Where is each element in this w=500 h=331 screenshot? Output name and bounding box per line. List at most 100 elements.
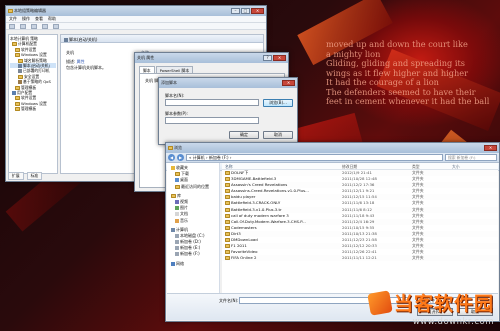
tree-item[interactable]: 管理模板: [10, 106, 56, 112]
watermark-url: www.downkr.com: [412, 317, 494, 327]
close-button[interactable]: ×: [273, 55, 286, 61]
recent-places-icon: [175, 184, 180, 189]
column-headers: 名称 修改日期 类型 大小: [222, 163, 498, 170]
nav-item[interactable]: 新加卷 (F:): [171, 251, 219, 257]
tab-standard[interactable]: 标准: [26, 172, 43, 180]
window-title: 浏览: [174, 145, 182, 150]
address-path[interactable]: « 计算机 › 新加卷 (F:) ›: [186, 154, 443, 161]
close-button[interactable]: ×: [282, 80, 295, 86]
close-button[interactable]: ×: [251, 8, 264, 14]
file-name-text: FavoriteVideo: [231, 249, 258, 255]
detail-extended: 关机 描述: 属性 包含计算机关机脚本。: [66, 50, 106, 71]
ok-button[interactable]: 确定: [229, 131, 259, 139]
file-name-text: Call.Of.Duty.Modern.Warfare.3.CHS.P...: [231, 218, 306, 224]
back-icon[interactable]: [9, 23, 15, 29]
forward-icon[interactable]: [20, 23, 26, 29]
picture-icon: [175, 206, 179, 211]
forward-icon[interactable]: ▶: [177, 154, 184, 161]
watermark-logo: 当客软件园: [367, 289, 494, 316]
minimize-button[interactable]: –: [231, 8, 240, 14]
help-icon[interactable]: [53, 23, 59, 29]
show-tree-icon[interactable]: [42, 23, 48, 29]
menu-view[interactable]: 查看: [35, 16, 43, 22]
folder-icon: [225, 256, 230, 261]
filename-label: 文件名(N):: [219, 298, 239, 303]
file-row[interactable]: FIFA Online 2 2011/11/11 12:21 文件夹: [222, 255, 498, 262]
browse-button[interactable]: 浏览(B)...: [263, 99, 293, 107]
folder-icon: [225, 183, 230, 188]
tree-item-label: 管理模板: [21, 106, 37, 112]
column-name[interactable]: 名称: [222, 163, 342, 169]
file-name-text: Battlefield.3.v1.0.Plus.3.tr: [231, 206, 282, 212]
menu-help[interactable]: 帮助: [48, 16, 56, 22]
folder-icon: [225, 189, 230, 194]
library-icon: [171, 193, 176, 198]
nav-label: 计算机: [176, 226, 188, 232]
column-date[interactable]: 修改日期: [342, 163, 412, 169]
up-icon[interactable]: [31, 23, 37, 29]
folder-icon: [225, 171, 230, 175]
tree-item-label: 本地计算机 策略: [10, 36, 38, 41]
desc-label-text: 描述:: [66, 59, 76, 64]
folder-icon: [225, 207, 230, 212]
nav-label: 视频: [180, 198, 188, 204]
file-name-text: baidu player: [231, 194, 256, 200]
tab-extended[interactable]: 扩展: [8, 172, 24, 180]
policy-titlebar[interactable]: 本地组策略编辑器 – □ ×: [6, 6, 266, 16]
nav-label: 新加卷 (E:): [180, 245, 201, 251]
browse-titlebar[interactable]: 浏览 ×: [166, 143, 499, 153]
folder-icon: [225, 244, 230, 249]
folder-icon: [225, 213, 230, 218]
detail-header: 脚本(启动/关机): [61, 35, 263, 43]
nav-label: 库: [177, 192, 181, 198]
folder-icon: [225, 231, 230, 236]
tree-item-label: 域名解析策略: [24, 57, 47, 63]
file-name-text: Codemasters: [231, 224, 257, 230]
tree-item-label: 脚本(启动/关机): [23, 62, 51, 68]
search-input[interactable]: 搜索 新加卷 (F:): [445, 154, 497, 161]
file-rows: DOLNF下 2012/1/9 21:41 文件夹 3DMGAME-Battlefie…: [222, 170, 498, 262]
folder-icon: [15, 107, 20, 112]
help-button[interactable]: ?: [263, 55, 272, 61]
nav-label: 图片: [180, 205, 188, 211]
tree-item-label: 用户配置: [17, 89, 33, 95]
logo-icon: [367, 289, 393, 316]
folder-icon: [225, 238, 230, 243]
file-name-text: DOLNF下: [231, 170, 249, 175]
nav-item[interactable]: 音乐: [171, 218, 219, 224]
file-name-text: DMDownLoad: [231, 237, 258, 243]
document-icon: [175, 212, 179, 217]
tree-item-label: 计算机配置: [18, 41, 37, 47]
script-params-input[interactable]: [165, 117, 259, 124]
view-tabs: 扩展 标准: [8, 172, 43, 180]
dialog-titlebar[interactable]: 添加脚本 ×: [159, 78, 297, 88]
nav-network[interactable]: 网络: [171, 261, 219, 267]
qos-icon: [18, 80, 22, 85]
nav-item[interactable]: 最近访问的位置: [171, 184, 219, 190]
watermark: 当客软件园 www.downkr.com: [367, 289, 494, 327]
nav-label: 本地磁盘 (C:): [180, 232, 205, 238]
maximize-button[interactable]: □: [241, 8, 250, 14]
user-icon: [12, 90, 16, 95]
script-icon: [18, 63, 22, 68]
column-type[interactable]: 类型: [412, 163, 452, 169]
properties-titlebar[interactable]: 关机 属性 ? ×: [135, 53, 288, 63]
tree-item-label: 基于策略的 QoS: [23, 79, 51, 85]
column-size[interactable]: 大小: [452, 163, 498, 169]
script-icon: [64, 38, 68, 42]
cancel-button[interactable]: 取消: [263, 131, 293, 139]
folder-icon: [15, 85, 20, 90]
menu-action[interactable]: 操作: [22, 16, 30, 22]
tree-item-label: 已部署的打印机: [23, 68, 50, 74]
navigation-pane: 收藏夹 下载 桌面 最近访问的位置 库 视频 图片 文档 音乐 计算机 本地磁盘…: [167, 163, 220, 295]
nav-label: 音乐: [180, 217, 188, 223]
properties-link[interactable]: 属性: [77, 59, 85, 64]
file-name-text: Battlefield.3.CRACK.ONLY: [231, 200, 281, 206]
close-button[interactable]: ×: [484, 145, 497, 151]
folder-icon: [15, 96, 20, 101]
file-date: 2011/11/11 12:21: [342, 255, 377, 261]
script-name-input[interactable]: [165, 99, 259, 106]
menu-file[interactable]: 文件: [9, 16, 17, 22]
toolbar: [6, 23, 266, 30]
back-icon[interactable]: ◀: [168, 154, 175, 161]
